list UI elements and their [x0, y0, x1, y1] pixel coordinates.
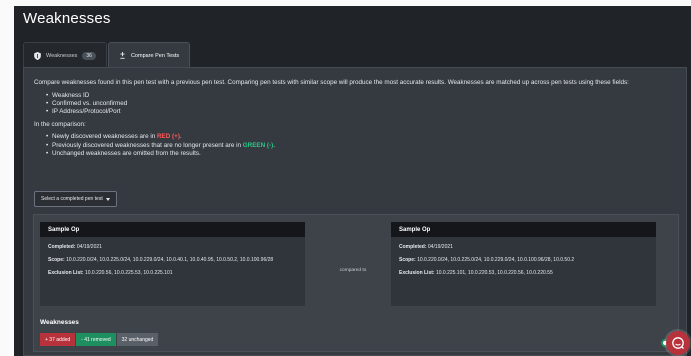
match-fields-list: Weakness ID Confirmed vs. unconfirmed IP… — [46, 92, 682, 118]
exclusion-row: Exclusion List: 10.0.225.101, 10.0.220.5… — [399, 270, 553, 276]
tab-label: Compare Pen Tests — [130, 52, 180, 59]
app-window: Weaknesses Weaknesses 36 Compare Pen Tes… — [14, 6, 691, 356]
compare-description: Compare weaknesses found in this pen tes… — [34, 78, 682, 159]
tab-weaknesses[interactable]: Weaknesses 36 — [23, 42, 107, 68]
tab-bar: Weaknesses 36 Compare Pen Tests — [23, 42, 191, 68]
list-item: Previously discovered weaknesses that ar… — [46, 141, 682, 151]
green-highlight: GREEN (-) — [242, 141, 274, 149]
shield-icon — [34, 51, 41, 60]
comparison-heading: In the comparison: — [34, 120, 86, 128]
card-title: Sample Op — [40, 222, 305, 237]
pen-test-card-current: Sample Op Completed: 04/19/2021 Scope: 1… — [40, 222, 305, 306]
unchanged-filter-button[interactable]: 32 unchanged — [116, 333, 159, 346]
comparison-rules-list: Newly discovered weaknesses are in RED (… — [46, 133, 682, 159]
weaknesses-heading: Weaknesses — [40, 319, 79, 326]
compare-panel: Compare weaknesses found in this pen tes… — [23, 67, 687, 356]
scope-row: Scope: 10.0.220.0/24, 10.0.225.0/24, 10.… — [48, 257, 274, 263]
pen-test-card-previous: Sample Op Completed: 04/19/2021 Scope: 1… — [391, 222, 656, 306]
scope-row: Scope: 10.0.220.0/24, 10.0.225.0/24, 10.… — [399, 257, 575, 263]
plus-minus-icon — [120, 52, 125, 59]
list-item: Confirmed vs. unconfirmed — [46, 100, 682, 109]
select-pen-test-dropdown[interactable]: Select a completed pen test — [34, 191, 117, 207]
chat-button[interactable] — [666, 331, 690, 355]
page-title: Weaknesses — [23, 10, 111, 27]
dropdown-label: Select a completed pen test — [41, 196, 103, 202]
chat-icon — [672, 337, 684, 349]
removed-filter-button[interactable]: - 41 removed — [76, 333, 116, 346]
completed-row: Completed: 04/19/2021 — [399, 244, 453, 250]
tab-compare-pen-tests[interactable]: Compare Pen Tests — [107, 42, 191, 68]
comparison-area: Sample Op Completed: 04/19/2021 Scope: 1… — [33, 214, 679, 352]
exclusion-row: Exclusion List: 10.0.220.56, 10.0.225.53… — [48, 270, 173, 276]
red-highlight: RED (+) — [157, 133, 180, 141]
weakness-filter-pills: + 37 added - 41 removed 32 unchanged — [40, 333, 159, 346]
caret-down-icon — [105, 197, 110, 201]
compared-to-label: compared to — [339, 268, 367, 273]
intro-text: Compare weaknesses found in this pen tes… — [34, 79, 629, 86]
added-filter-button[interactable]: + 37 added — [40, 333, 76, 346]
list-item: IP Address/Protocol/Port — [46, 108, 682, 117]
completed-row: Completed: 04/19/2021 — [48, 244, 102, 250]
card-title: Sample Op — [391, 222, 656, 237]
tab-label: Weaknesses — [46, 52, 78, 59]
list-item: Weakness ID — [46, 92, 682, 101]
list-item: Unchanged weaknesses are omitted from th… — [46, 150, 682, 159]
count-badge: 36 — [82, 51, 96, 60]
list-item: Newly discovered weaknesses are in RED (… — [46, 133, 682, 142]
